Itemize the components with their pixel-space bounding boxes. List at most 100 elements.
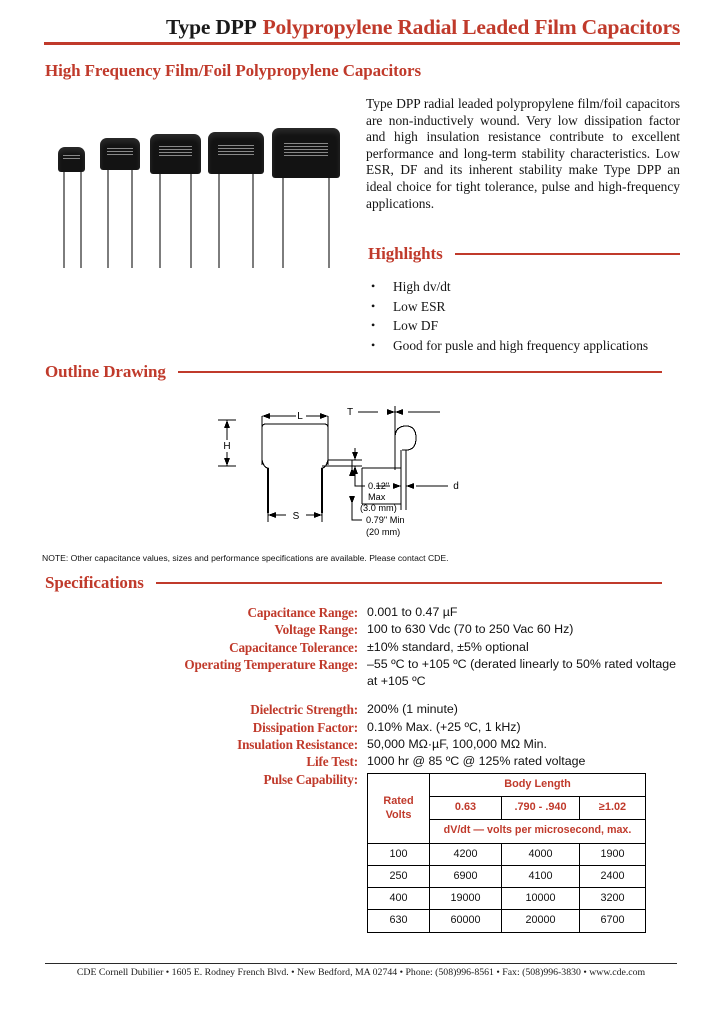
table-header-body-length-1: .790 - .940: [501, 795, 580, 821]
cell-dvdt-1: 10000: [501, 887, 580, 911]
capacitor-image-3: [150, 118, 202, 268]
cell-dvdt-2: 2400: [578, 864, 647, 889]
cell-dvdt-1: 20000: [501, 909, 580, 933]
page-header: Type DPP Polypropylene Radial Leaded Film…: [44, 14, 680, 45]
capacitor-lead: [328, 174, 330, 268]
capacitor-lead: [63, 168, 65, 268]
cell-dvdt-0: 60000: [429, 909, 502, 933]
bullet-icon: •: [371, 298, 376, 313]
spec-value: 0.10% Max. (+25 ºC, 1 kHz): [367, 719, 521, 734]
svg-text:H: H: [223, 441, 230, 452]
spec-value: 1000 hr @ 85 ºC @ 125% rated voltage: [367, 754, 586, 769]
spec-value: 100 to 630 Vdc (70 to 250 Vac 60 Hz): [367, 622, 574, 637]
spec-row-life-test: Life Test: 1000 hr @ 85 ºC @ 125% rated …: [150, 753, 680, 770]
spec-value: ±10% standard, ±5% optional: [367, 639, 529, 654]
cell-dvdt-2: 1900: [578, 842, 647, 866]
list-item: • Low ESR: [371, 297, 681, 317]
svg-text:T: T: [347, 407, 353, 418]
spec-row-pulse-capability: Pulse Capability: Rated Volts Body Lengt…: [150, 771, 680, 933]
spec-row-voltage-range: Voltage Range: 100 to 630 Vdc (70 to 250…: [150, 621, 680, 638]
section-divider: [454, 253, 680, 255]
spec-value: 0.001 to 0.47 µF: [367, 605, 458, 619]
svg-text:L: L: [297, 411, 303, 422]
header-divider: [44, 42, 680, 45]
cell-dvdt-0: 19000: [429, 887, 502, 911]
spec-label: Voltage Range:: [274, 622, 359, 638]
spec-label: Dissipation Factor:: [252, 719, 358, 735]
product-type-label: Type DPP: [166, 15, 257, 39]
spec-label: Insulation Resistance:: [237, 737, 358, 753]
rated-volts-line2: Volts: [385, 808, 412, 821]
capacitor-lead: [190, 170, 192, 268]
capacitor-body: [150, 134, 201, 174]
capacitor-lead: [252, 170, 254, 268]
capacitor-lead: [159, 170, 161, 268]
capacitor-image-1: [58, 118, 88, 268]
rated-volts-line1: Rated: [383, 794, 414, 807]
bullet-icon: •: [371, 337, 376, 352]
capacitor-lead: [80, 168, 82, 268]
list-item: • Good for pusle and high frequency appl…: [371, 336, 681, 356]
cell-dvdt-2: 3200: [578, 887, 647, 911]
specifications-section-heading: Specifications: [45, 573, 662, 593]
specifications-list: Capacitance Range: 0.001 to 0.47 µF Volt…: [150, 604, 680, 933]
spec-value: 50,000 MΩ·µF, 100,000 MΩ Min.: [367, 737, 547, 752]
spec-label: Capacitance Range:: [247, 605, 359, 620]
dim-min-mm-label: (20 mm): [366, 527, 400, 537]
outline-drawing-figure: L H S T d 0.12" Max (3.0 mm) 0.79" Min (…: [210, 398, 480, 543]
bullet-icon: •: [371, 279, 376, 293]
pulse-capability-table: Rated Volts Body Length 0.63 .790 - .940…: [367, 772, 647, 933]
datasheet-page: Type DPP Polypropylene Radial Leaded Film…: [0, 0, 720, 1012]
table-row: 630 60000 20000 6700: [367, 909, 647, 933]
outline-drawing-svg: L H S T d 0.12" Max (3.0 mm) 0.79" Min (…: [218, 406, 459, 537]
capacitor-image-5: [272, 118, 340, 268]
page-title: Polypropylene Radial Leaded Film Capacit…: [262, 15, 681, 39]
table-row: 400 19000 10000 3200: [367, 887, 647, 911]
cell-dvdt-1: 4000: [501, 842, 580, 866]
specifications-heading-label: Specifications: [45, 573, 144, 592]
highlights-section-heading: Highlights: [368, 244, 680, 264]
spec-row-capacitance-range: Capacitance Range: 0.001 to 0.47 µF: [150, 604, 680, 621]
note-text: NOTE: Other capacitance values, sizes an…: [42, 553, 449, 563]
svg-text:d: d: [453, 481, 459, 492]
spec-row-insulation-resistance: Insulation Resistance: 50,000 MΩ·µF, 100…: [150, 736, 680, 753]
cell-dvdt-0: 6900: [429, 864, 502, 889]
list-item-label: High dv/dt: [393, 279, 451, 294]
table-header-body-length-0: 0.63: [429, 795, 502, 821]
dim-max-inch-label: 0.12": [368, 481, 389, 491]
page-subtitle: High Frequency Film/Foil Polypropylene C…: [45, 61, 422, 80]
spec-row-operating-temperature-range: Operating Temperature Range: –55 ºC to +…: [150, 656, 680, 691]
list-item-label: Low ESR: [393, 298, 446, 314]
table-header-body-length: Body Length: [428, 772, 647, 797]
highlights-heading-label: Highlights: [368, 244, 443, 263]
footer-divider: [45, 963, 677, 964]
spec-row-dissipation-factor: Dissipation Factor: 0.10% Max. (+25 ºC, …: [150, 719, 680, 736]
svg-text:S: S: [293, 511, 300, 522]
table-header-row: Rated Volts Body Length: [367, 772, 647, 844]
table-header-dvdt: dV/dt — volts per microsecond, max.: [428, 819, 647, 844]
pulse-table-wrapper: Rated Volts Body Length 0.63 .790 - .940…: [367, 772, 680, 933]
cell-volts: 250: [367, 864, 430, 889]
header-title-row: Type DPP Polypropylene Radial Leaded Film…: [44, 14, 680, 40]
cell-volts: 100: [367, 842, 430, 866]
section-divider: [155, 582, 662, 584]
capacitor-body: [100, 138, 140, 170]
bullet-icon: •: [371, 318, 376, 332]
cell-dvdt-1: 4100: [501, 864, 580, 889]
capacitor-product-photo: [48, 108, 348, 268]
dim-max-label: Max: [368, 492, 386, 502]
spec-row-capacitance-tolerance: Capacitance Tolerance: ±10% standard, ±5…: [150, 639, 680, 656]
footer-contact-info: CDE Cornell Dubilier • 1605 E. Rodney Fr…: [76, 967, 646, 978]
cell-volts: 630: [367, 909, 430, 933]
capacitor-lead: [107, 166, 109, 268]
capacitor-lead: [218, 170, 220, 268]
product-description: Type DPP radial leaded polypropylene fil…: [366, 96, 680, 211]
table-row: 250 6900 4100 2400: [367, 864, 647, 889]
dim-min-inch-label: 0.79" Min: [366, 515, 405, 525]
capacitor-image-4: [208, 118, 264, 268]
outline-section-heading: Outline Drawing: [45, 362, 662, 382]
dim-max-mm-label: (3.0 mm): [360, 503, 397, 513]
capacitor-body: [272, 128, 340, 178]
list-item-label: Low DF: [393, 318, 439, 333]
section-divider: [177, 371, 662, 373]
